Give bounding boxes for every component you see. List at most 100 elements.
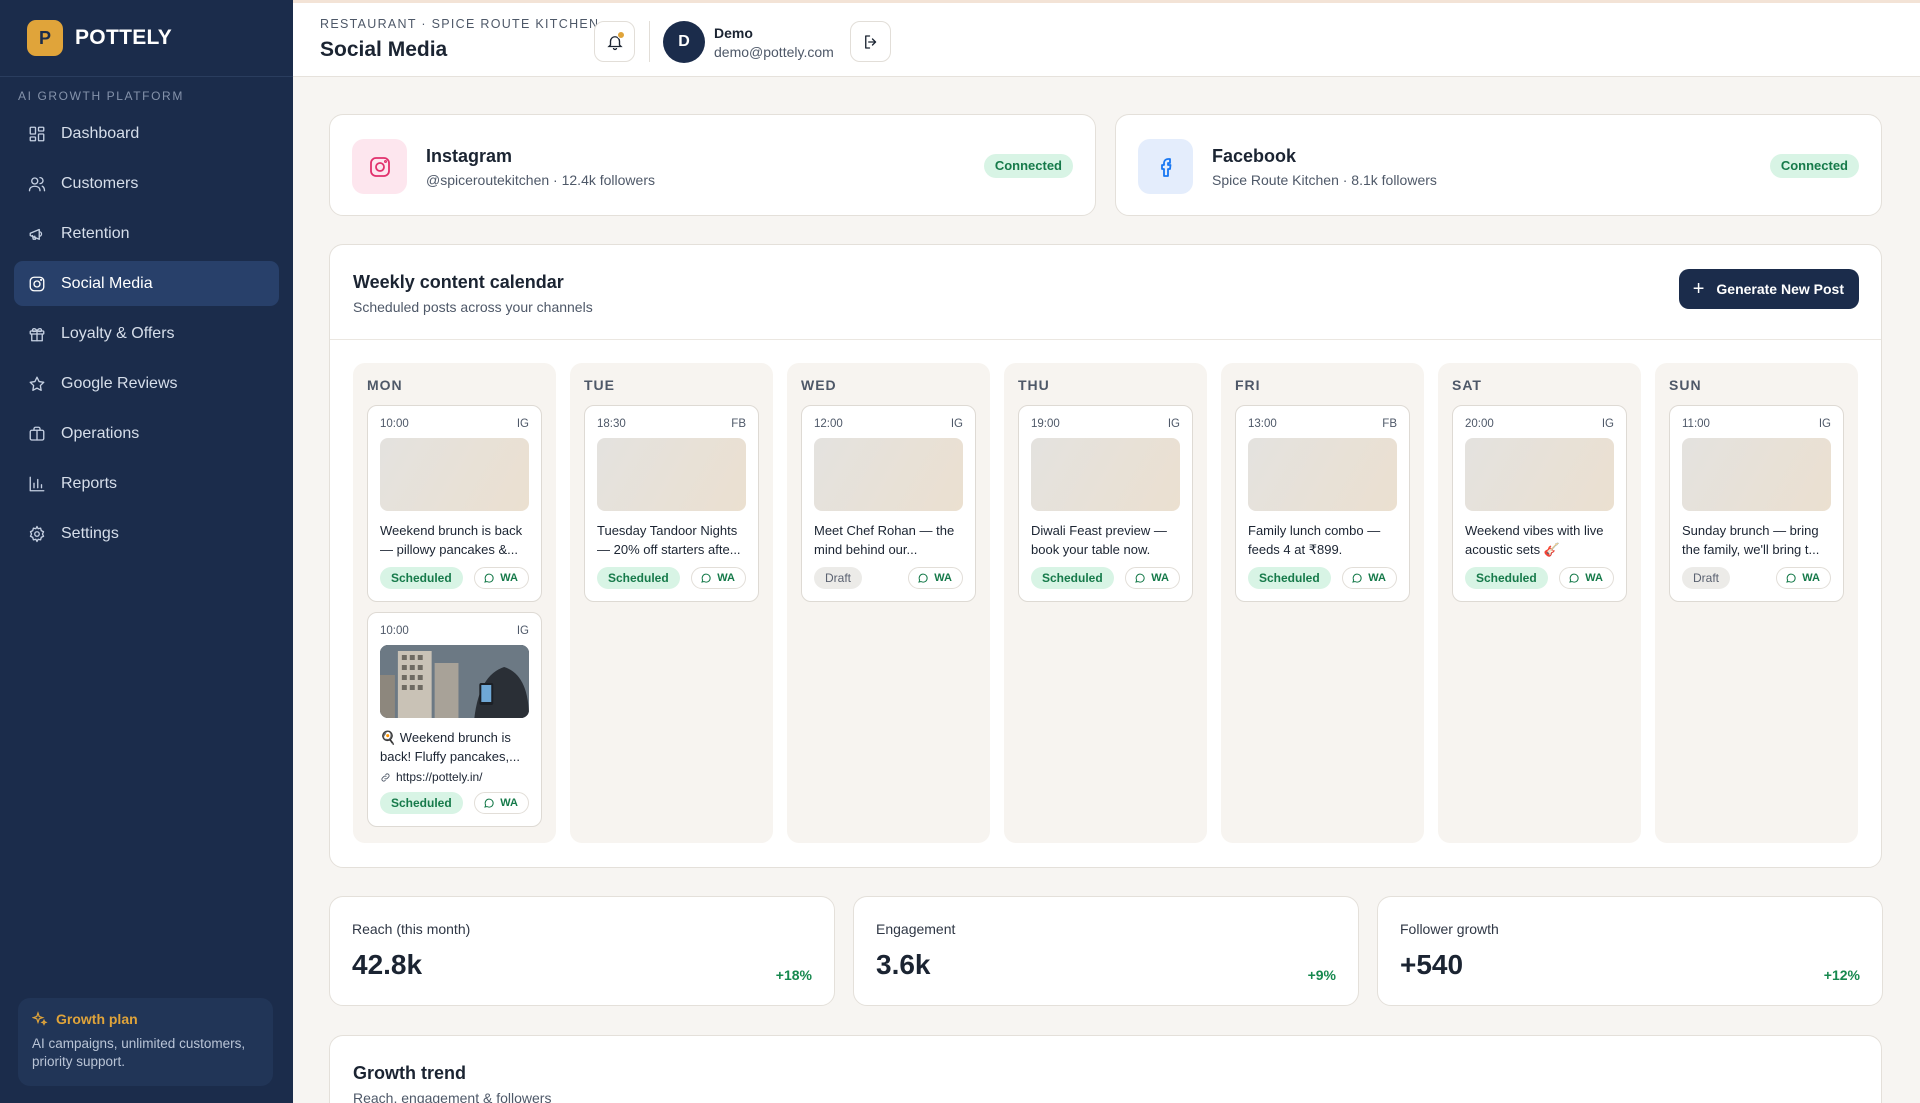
status-badge: Scheduled (380, 567, 463, 589)
post-meta: 11:00 IG (1682, 418, 1831, 430)
post-photo (380, 645, 529, 718)
whatsapp-share-button[interactable]: WA (474, 792, 529, 814)
sidebar-item-loyalty[interactable]: Loyalty & Offers (14, 311, 279, 356)
sidebar-item-label: Settings (61, 524, 119, 542)
post-channel: IG (950, 418, 963, 430)
sidebar-item-label: Reports (61, 474, 118, 492)
generate-new-post-button[interactable]: + Generate New Post (1678, 269, 1859, 309)
status-badge: Scheduled (380, 792, 463, 814)
whatsapp-share-button[interactable]: WA (474, 567, 529, 589)
whatsapp-share-button[interactable]: WA (908, 567, 963, 589)
chat-icon (483, 572, 500, 584)
status-badge: Draft (814, 567, 863, 589)
day-column-sat: SAT 20:00 IG Weekend vibes with live acoust… (1438, 363, 1641, 843)
share-label: WA (934, 572, 952, 584)
brand[interactable]: P POTTELY (0, 0, 293, 77)
post-meta: 10:00 IG (380, 418, 529, 430)
sidebar-item-social-media[interactable]: Social Media (14, 261, 279, 306)
post-image-placeholder (1031, 438, 1180, 511)
post-footer: Scheduled WA (380, 792, 529, 814)
post-card[interactable]: 13:00 FB Family lunch combo — feeds 4 at ₹… (1235, 405, 1410, 602)
growth-trend-card: Growth trend Reach, engagement & followe… (329, 1035, 1882, 1103)
sidebar-item-dashboard[interactable]: Dashboard (14, 111, 279, 156)
whatsapp-share-button[interactable]: WA (1342, 567, 1397, 589)
weekly-calendar: Weekly content calendar Scheduled posts … (329, 244, 1882, 868)
post-card[interactable]: 18:30 FB Tuesday Tandoor Nights — 20% off … (584, 405, 759, 602)
post-card[interactable]: 20:00 IG Weekend vibes with live acoustic … (1452, 405, 1627, 602)
instagram-channel-card[interactable]: Instagram @spiceroutekitchen · 12.4k fol… (329, 114, 1096, 216)
brand-name: POTTELY (75, 26, 173, 49)
metric-card-engagement: Engagement 3.6k +9% (853, 896, 1359, 1006)
sidebar-item-operations[interactable]: Operations (14, 411, 279, 456)
post-card[interactable]: 10:00 IG Weekend brunch is back — pillowy … (367, 405, 542, 602)
sidebar-item-label: Operations (61, 424, 140, 442)
post-footer: Draft WA (1682, 567, 1831, 589)
post-image-placeholder (380, 438, 529, 511)
notification-dot (617, 31, 625, 39)
status-badge: Scheduled (1031, 567, 1114, 589)
sidebar-item-retention[interactable]: Retention (14, 211, 279, 256)
plan-card[interactable]: Growth plan AI campaigns, unlimited cust… (18, 998, 273, 1086)
post-time: 10:00 (380, 418, 409, 430)
metric-value: 3.6k (876, 949, 931, 980)
day-column-fri: FRI 13:00 FB Family lunch combo — feeds 4 a… (1221, 363, 1424, 843)
post-card[interactable]: 12:00 IG Meet Chef Rohan — the mind behind… (801, 405, 976, 602)
sidebar-item-label: Customers (61, 174, 139, 192)
brand-logo: P (27, 20, 63, 56)
day-name: SAT (1452, 377, 1482, 393)
post-channel: IG (1167, 418, 1180, 430)
star-icon (28, 375, 46, 393)
post-text: Family lunch combo — feeds 4 at ₹899. (1248, 523, 1381, 557)
post-footer: Scheduled WA (1248, 567, 1397, 589)
post-time: 20:00 (1465, 418, 1494, 430)
post-card[interactable]: 19:00 IG Diwali Feast preview — book your … (1018, 405, 1193, 602)
whatsapp-share-button[interactable]: WA (1125, 567, 1180, 589)
post-time: 18:30 (597, 418, 626, 430)
link-icon (380, 772, 396, 783)
chat-icon (483, 797, 500, 809)
instagram-icon (352, 139, 407, 194)
whatsapp-share-button[interactable]: WA (1559, 567, 1614, 589)
gift-icon (28, 325, 46, 343)
share-label: WA (1585, 572, 1603, 584)
sidebar-item-label: Retention (61, 224, 130, 242)
day-column-sun: SUN 11:00 IG Sunday brunch — bring the fami… (1655, 363, 1858, 843)
status-badge: Scheduled (1248, 567, 1331, 589)
metric-label: Reach (this month) (352, 921, 471, 937)
logout-button[interactable] (850, 21, 891, 62)
sidebar-item-reports[interactable]: Reports (14, 461, 279, 506)
channel-meta: @spiceroutekitchen · 12.4k followers (426, 172, 655, 188)
calendar-subtitle: Scheduled posts across your channels (353, 299, 593, 315)
whatsapp-share-button[interactable]: WA (691, 567, 746, 589)
megaphone-icon (28, 225, 46, 243)
day-column-tue: TUE 18:30 FB Tuesday Tandoor Nights — 20% o… (570, 363, 773, 843)
share-label: WA (1151, 572, 1169, 584)
divider (649, 21, 650, 62)
chat-icon (917, 572, 934, 584)
post-card[interactable]: 10:00 IG 🍳 Weekend brunch is back! Fluffy … (367, 612, 542, 827)
post-link[interactable]: https://pottely.in/ (380, 770, 529, 784)
notifications-button[interactable] (594, 21, 635, 62)
sparkles-icon (32, 1011, 48, 1026)
metric-value: 42.8k (352, 949, 423, 980)
day-name: WED (801, 377, 837, 393)
day-column-thu: THU 19:00 IG Diwali Feast preview — book yo… (1004, 363, 1207, 843)
share-label: WA (500, 572, 518, 584)
post-card[interactable]: 11:00 IG Sunday brunch — bring the family,… (1669, 405, 1844, 602)
day-column-mon: MON 10:00 IG Weekend brunch is back — pillo… (353, 363, 556, 843)
sidebar-item-google-reviews[interactable]: Google Reviews (14, 361, 279, 406)
sidebar-item-customers[interactable]: Customers (14, 161, 279, 206)
briefcase-icon (28, 425, 46, 443)
status-badge: Scheduled (597, 567, 680, 589)
share-label: WA (1802, 572, 1820, 584)
calendar-header: Weekly content calendar Scheduled posts … (330, 245, 1881, 340)
day-column-wed: WED 12:00 IG Meet Chef Rohan — the mind beh… (787, 363, 990, 843)
sidebar-item-settings[interactable]: Settings (14, 511, 279, 556)
post-time: 11:00 (1682, 418, 1710, 430)
facebook-channel-card[interactable]: Facebook Spice Route Kitchen · 8.1k foll… (1115, 114, 1882, 216)
channel-meta: Spice Route Kitchen · 8.1k followers (1212, 172, 1437, 188)
sidebar-item-label: Google Reviews (61, 374, 178, 392)
avatar[interactable]: D (663, 21, 705, 63)
whatsapp-share-button[interactable]: WA (1776, 567, 1831, 589)
post-footer: Scheduled WA (380, 567, 529, 589)
